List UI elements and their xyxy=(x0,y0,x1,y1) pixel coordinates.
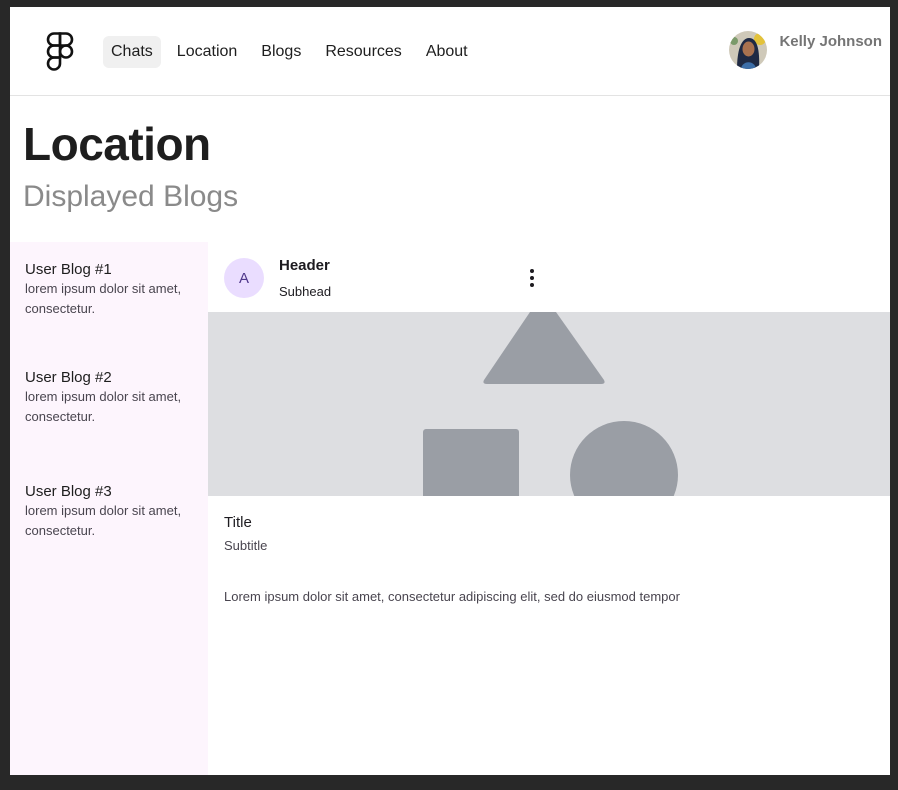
top-navigation-bar: Chats Location Blogs Resources About Kel… xyxy=(10,7,890,96)
page-subtitle: Displayed Blogs xyxy=(23,180,239,213)
blog-list-item-1[interactable]: User Blog #1 lorem ipsum dolor sit amet,… xyxy=(25,260,195,319)
blog-item-title: User Blog #1 xyxy=(25,261,112,278)
shapes-placeholder-icon xyxy=(423,312,678,496)
card-header: Header xyxy=(279,257,330,274)
blog-item-description: lorem ipsum dolor sit amet, consectetur. xyxy=(25,503,182,538)
page-title: Location xyxy=(23,118,211,170)
nav-item-location[interactable]: Location xyxy=(169,36,246,68)
nav-item-chats[interactable]: Chats xyxy=(103,36,161,68)
card-title: Title xyxy=(224,514,252,531)
blog-item-title: User Blog #2 xyxy=(25,369,112,386)
blog-item-title: User Blog #3 xyxy=(25,483,112,500)
blog-list-item-2[interactable]: User Blog #2 lorem ipsum dolor sit amet,… xyxy=(25,368,195,427)
blog-card: A Header Subhead Title Subtitle Lorem ip… xyxy=(208,242,890,775)
card-media xyxy=(208,312,890,496)
nav-item-blogs[interactable]: Blogs xyxy=(253,36,309,68)
avatar-portrait-icon xyxy=(729,31,768,69)
card-body-text: Lorem ipsum dolor sit amet, consectetur … xyxy=(224,589,680,604)
monogram-avatar: A xyxy=(224,258,264,298)
more-vertical-icon[interactable] xyxy=(524,267,540,289)
blog-list-sidebar: User Blog #1 lorem ipsum dolor sit amet,… xyxy=(10,242,208,775)
blog-item-description: lorem ipsum dolor sit amet, consectetur. xyxy=(25,389,182,424)
user-profile[interactable]: Kelly Johnson xyxy=(729,29,882,69)
main-nav: Chats Location Blogs Resources About xyxy=(103,36,484,68)
card-subtitle: Subtitle xyxy=(224,538,268,553)
nav-item-about[interactable]: About xyxy=(418,36,476,68)
user-name[interactable]: Kelly Johnson xyxy=(779,33,882,50)
nav-item-resources[interactable]: Resources xyxy=(317,36,409,68)
blog-item-description: lorem ipsum dolor sit amet, consectetur. xyxy=(25,281,182,316)
card-subhead: Subhead xyxy=(279,284,332,299)
figma-logo-icon[interactable] xyxy=(46,32,74,72)
blog-list-item-3[interactable]: User Blog #3 lorem ipsum dolor sit amet,… xyxy=(25,482,195,541)
app-window: Chats Location Blogs Resources About Kel… xyxy=(10,7,890,775)
card-header-row: A Header Subhead xyxy=(208,242,890,312)
user-avatar[interactable] xyxy=(729,31,768,69)
